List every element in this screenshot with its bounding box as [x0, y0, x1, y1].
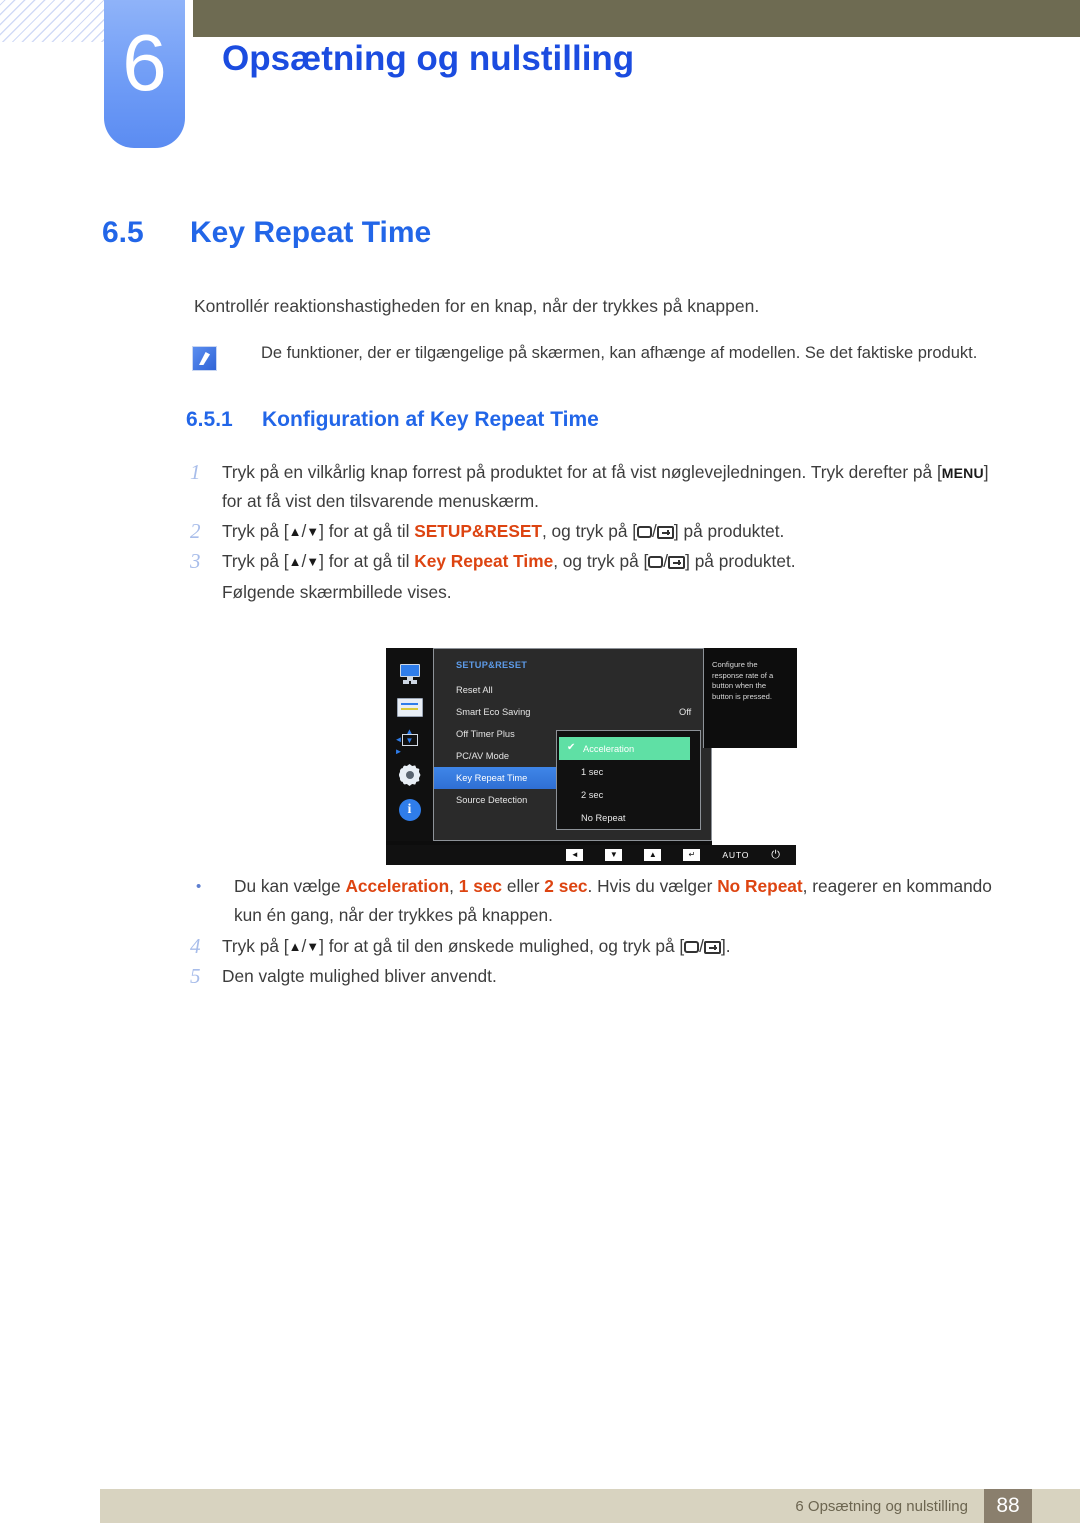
osd-submenu-option-label: 2 sec [581, 789, 604, 800]
enter-button-icon [656, 526, 674, 539]
osd-menu-item[interactable]: Reset All [434, 679, 614, 701]
rect-button-icon [648, 556, 664, 568]
monitor-icon [397, 662, 423, 684]
note-pencil-icon [192, 346, 217, 371]
osd-menu-item-label: Reset All [456, 685, 493, 695]
osd-bottom-bar: ◄ ▼ ▲ ↵ AUTO ⏻ [386, 845, 796, 865]
up-arrow-icon: ▲ [288, 554, 302, 569]
picture-sliders-icon [396, 698, 423, 717]
note-block: De funktioner, der er tilgængelige på sk… [192, 344, 977, 371]
section-intro-text: Kontrollér reaktionshastigheden for en k… [194, 296, 760, 316]
enter-button-icon [703, 941, 721, 954]
osd-sidebar: ▲▼ i [386, 648, 433, 841]
page-footer: 6 Opsætning og nulstilling 88 [100, 1489, 1080, 1523]
osd-submenu-option[interactable]: No Repeat [557, 806, 700, 829]
enter-button-icon [668, 556, 686, 569]
footer-text: 6 Opsætning og nulstilling [795, 1497, 968, 1515]
step-number: 5 [190, 964, 201, 988]
step-item: 3 Tryk på [▲/▼] for at gå til Key Repeat … [190, 547, 1010, 575]
step-item: 1 Tryk på en vilkårlig knap forrest på pr… [190, 458, 1010, 515]
power-icon[interactable]: ⏻ [771, 849, 780, 862]
up-arrow-icon: ▲ [288, 524, 302, 539]
down-arrow-icon: ▼ [306, 554, 320, 569]
osd-menu-item-label: Off Timer Plus [456, 729, 515, 739]
osd-screenshot: ▲▼ i SETUP&RESET Reset AllSmart Eco Savi… [386, 648, 797, 865]
gear-icon [398, 763, 422, 787]
step-item: 5 Den valgte mulighed bliver anvendt. [190, 962, 1010, 990]
bullet-marker: • [196, 878, 202, 895]
down-arrow-icon: ▼ [306, 524, 320, 539]
chapter-title: Opsætning og nulstilling [222, 39, 635, 78]
osd-submenu-option[interactable]: ✔ Acceleration [559, 737, 690, 760]
step-item: 4 Tryk på [▲/▼] for at gå til den ønskede… [190, 932, 1010, 960]
step-number: 3 [190, 549, 201, 573]
up-arrow-icon: ▲ [288, 939, 302, 954]
menu-key-glyph: MENU [941, 465, 984, 481]
step-subline: Følgende skærmbillede vises. [222, 582, 452, 602]
highlighted-term: 2 sec [544, 876, 588, 896]
screen-adjust-vertical-arrows: ▲ ▼ [405, 727, 414, 745]
osd-submenu-option[interactable]: 2 sec [557, 783, 700, 806]
step-list-top: 1 Tryk på en vilkårlig knap forrest på pr… [190, 458, 1010, 607]
osd-menu-item-label: Smart Eco Saving [456, 707, 531, 717]
step-text: Tryk på [▲/▼] for at gå til SETUP&RESET,… [222, 521, 785, 541]
osd-menu-item-label: Source Detection [456, 795, 528, 805]
section-number: 6.5 [102, 216, 144, 249]
rect-button-icon [684, 941, 700, 953]
step-text: Den valgte mulighed bliver anvendt. [222, 966, 497, 986]
bullet-text: Du kan vælge Acceleration, 1 sec eller 2… [234, 876, 992, 925]
osd-menu-title: SETUP&RESET [456, 660, 528, 670]
section-heading: 6.5 Key Repeat Time [102, 216, 431, 250]
step-text: Tryk på [▲/▼] for at gå til den ønskede … [222, 936, 731, 956]
highlighted-term: Key Repeat Time [414, 551, 554, 571]
osd-body: ▲▼ i SETUP&RESET Reset All Smart Eco Savi… [386, 648, 797, 841]
step-number: 1 [190, 460, 201, 484]
osd-menu-item-label: Key Repeat Time [456, 773, 528, 783]
step-number: 2 [190, 519, 201, 543]
bullet-note: • Du kan vælge Acceleration, 1 sec eller… [196, 872, 996, 930]
subsection-number: 6.5.1 [186, 408, 233, 431]
subsection-title: Konfiguration af Key Repeat Time [262, 408, 599, 431]
highlighted-term: 1 sec [458, 876, 503, 896]
chapter-number: 6 [122, 18, 167, 107]
step-item: 2 Tryk på [▲/▼] for at gå til SETUP&RESET… [190, 517, 1010, 545]
osd-submenu-option-label: Acceleration [583, 743, 635, 754]
up-arrow-key-icon[interactable]: ▲ [644, 849, 662, 861]
step-text: Tryk på en vilkårlig knap forrest på pro… [222, 462, 989, 511]
left-arrow-key-icon[interactable]: ◄ [566, 849, 584, 861]
step-list-bottom: 4 Tryk på [▲/▼] for at gå til den ønskede… [190, 932, 1010, 992]
screen-adjust-icon: ▲ ▼ [395, 727, 423, 758]
auto-key-label[interactable]: AUTO [722, 850, 749, 860]
osd-menu-item-label: PC/AV Mode [456, 751, 510, 761]
osd-submenu-option-label: 1 sec [581, 766, 604, 777]
osd-submenu-option-label: No Repeat [581, 812, 626, 823]
osd-submenu: ✔ Acceleration 1 sec 2 sec No Repeat [556, 730, 701, 830]
subsection-heading: 6.5.1 Konfiguration af Key Repeat Time [186, 408, 599, 432]
highlighted-term: Acceleration [345, 876, 450, 896]
down-arrow-key-icon[interactable]: ▼ [605, 849, 623, 861]
enter-key-icon[interactable]: ↵ [683, 849, 701, 861]
header-olive-bar [193, 0, 1080, 37]
check-icon: ✔ [567, 742, 576, 753]
step-number: 4 [190, 934, 201, 958]
section-title: Key Repeat Time [190, 216, 432, 249]
highlighted-term: No Repeat [717, 876, 803, 896]
info-icon: i [398, 799, 421, 821]
osd-menu-item[interactable]: Smart Eco Saving Off [434, 701, 691, 723]
osd-description: Configure the response rate of a button … [703, 648, 797, 748]
highlighted-term: SETUP&RESET [414, 521, 542, 541]
step-text: Tryk på [▲/▼] for at gå til Key Repeat T… [222, 551, 796, 571]
down-arrow-icon: ▼ [306, 939, 320, 954]
rect-button-icon [637, 526, 653, 538]
osd-submenu-option[interactable]: 1 sec [557, 760, 700, 783]
page-number: 88 [984, 1489, 1032, 1523]
note-text: De funktioner, der er tilgængelige på sk… [261, 344, 978, 362]
